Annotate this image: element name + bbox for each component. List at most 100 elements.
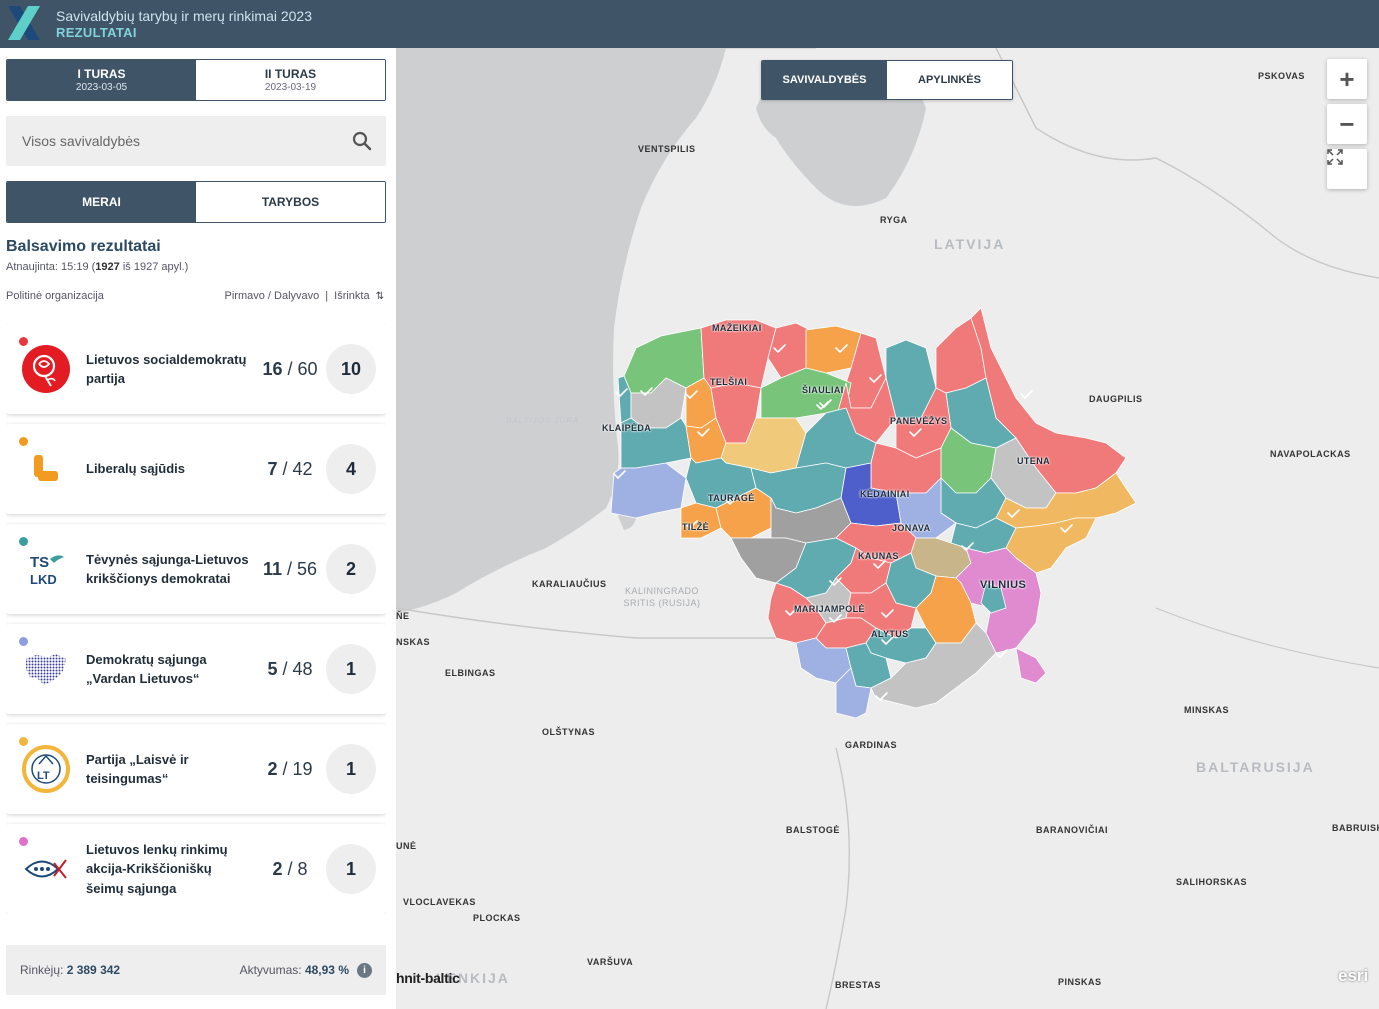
fish-logo-icon <box>20 844 72 894</box>
city-label: TAURAGĖ <box>708 493 755 503</box>
party-leading-participating: 2/19 <box>250 724 330 814</box>
voters-value: 2 389 342 <box>66 963 121 977</box>
updated-suffix: iš 1927 apyl.) <box>119 261 189 273</box>
leading-count: 7 <box>267 458 278 479</box>
elected-count: 1 <box>326 644 376 694</box>
col-leading[interactable]: Pirmavo / Dalyvavo <box>225 290 320 302</box>
leading-count: 2 <box>272 858 283 879</box>
city-label: ALYTUS <box>871 629 909 639</box>
city-label: KLAIPĖDA <box>602 423 652 433</box>
summary-footer: Rinkėjų: 2 389 342 Aktyvumas: 48,93 % i <box>6 945 386 995</box>
leading-count: 16 <box>262 358 283 379</box>
city-label: ŇE <box>396 611 410 621</box>
search-icon[interactable] <box>352 131 372 151</box>
leading-count: 11 <box>262 558 282 579</box>
city-label: TILŽĖ <box>682 522 709 532</box>
search-input[interactable] <box>22 133 342 149</box>
leading-count: 2 <box>267 758 278 779</box>
tab-councils[interactable]: TARYBOS <box>196 182 385 222</box>
municipality-search <box>6 116 386 166</box>
city-label: VARŠUVA <box>587 957 634 967</box>
zoom-out-button[interactable]: − <box>1327 104 1367 144</box>
results-map[interactable]: SAVIVALDYBĖS APYLINKĖS + − LATVIJA BALTA… <box>396 48 1379 1009</box>
results-title: Balsavimo rezultatai <box>6 238 161 255</box>
app-header: Savivaldybių tarybų ir merų rinkimai 202… <box>0 0 1379 48</box>
city-label: BRESTAS <box>835 980 881 990</box>
city-label: VILNIUS <box>980 579 1027 591</box>
fullscreen-button[interactable] <box>1327 149 1367 189</box>
city-label: TELŠIAI <box>710 377 748 387</box>
info-icon[interactable]: i <box>357 962 372 978</box>
svg-text:TS: TS <box>30 554 49 571</box>
tab-round-2[interactable]: II TURAS 2023-03-19 <box>196 60 385 100</box>
city-label: KARALIAUČIUS <box>532 579 607 589</box>
party-name: Tėvynės sąjunga-Lietuvos krikščionys dem… <box>86 551 249 587</box>
city-label: KAUNAS <box>858 551 899 561</box>
party-name: Lietuvos socialdemokratų partija <box>86 351 247 387</box>
party-card[interactable]: LT Partija „Laisvė ir teisingumas“ 2/19 … <box>6 724 386 814</box>
voters-summary: Rinkėjų: 2 389 342 <box>20 963 120 977</box>
city-label: MINSKAS <box>1184 705 1230 715</box>
map-level-selector: SAVIVALDYBĖS APYLINKĖS <box>761 60 1013 100</box>
city-label: VLOCLAVEKAS <box>403 897 476 907</box>
party-leading-participating: 5/48 <box>250 624 330 714</box>
city-label: PINSKAS <box>1058 977 1102 987</box>
tab-round-1[interactable]: I TURAS 2023-03-05 <box>7 60 196 100</box>
country-label: LATVIJA <box>934 236 1006 252</box>
tab-label: MERAI <box>82 195 121 209</box>
city-label: OLŠTYNAS <box>542 727 596 737</box>
participating-count: 8 <box>297 858 308 879</box>
updated-prefix: Atnaujinta: 15:19 ( <box>6 261 96 273</box>
participating-count: 19 <box>292 758 313 779</box>
party-card[interactable]: Lietuvos socialdemokratų partija 16/60 1… <box>6 324 386 414</box>
sort-icon[interactable]: ⇅ <box>376 291 384 302</box>
turnout-summary: Aktyvumas: 48,93 % <box>240 963 349 977</box>
party-leading-participating: 11/56 <box>250 524 330 614</box>
party-card[interactable]: Liberalų sąjūdis 7/42 4 <box>6 424 386 514</box>
stat-separator: / <box>282 758 288 779</box>
map-canvas[interactable] <box>396 48 1379 1009</box>
app-title: Savivaldybių tarybų ir merų rinkimai 202… <box>56 7 312 24</box>
party-leading-participating: 2/8 <box>250 824 330 914</box>
party-card[interactable]: Lietuvos lenkų rinkimų akcija-Krikščioni… <box>6 824 386 914</box>
party-card[interactable]: Demokratų sąjunga „Vardan Lietuvos“ 5/48… <box>6 624 386 714</box>
city-label: PLOCKAS <box>473 913 521 923</box>
svg-text:LKD: LKD <box>30 572 57 587</box>
party-name: Partija „Laisvė ir teisingumas“ <box>86 751 189 787</box>
participating-count: 56 <box>297 558 318 579</box>
round-selector: I TURAS 2023-03-05 II TURAS 2023-03-19 <box>6 59 386 101</box>
country-label: BALTARUSIJA <box>1196 759 1315 775</box>
stat-separator: / <box>286 558 292 579</box>
lithuania-map-logo-icon <box>20 644 72 694</box>
city-label: MARIJAMPOLĖ <box>794 604 865 614</box>
party-leading-participating: 16/60 <box>250 324 330 414</box>
participating-count: 42 <box>292 458 313 479</box>
tab-mayors[interactable]: MERAI <box>7 182 196 222</box>
stat-separator: / <box>282 458 288 479</box>
elected-count: 4 <box>326 444 376 494</box>
city-label: VENTSPILIS <box>638 144 696 154</box>
round-label: I TURAS <box>77 67 126 81</box>
round-date: 2023-03-19 <box>264 82 317 93</box>
zoom-in-button[interactable]: + <box>1327 59 1367 99</box>
party-card[interactable]: TS LKD Tėvynės sąjunga-Lietuvos krikščion… <box>6 524 386 614</box>
city-label: UNĖ <box>396 841 417 851</box>
fullscreen-icon <box>1327 149 1343 165</box>
updated-count: 1927 <box>95 261 120 273</box>
region-label: KALININGRADO SRITIS (RUSIJA) <box>623 586 701 608</box>
elected-count: 1 <box>326 744 376 794</box>
col-elected[interactable]: Išrinkta <box>334 290 369 302</box>
col-separator: | <box>325 290 329 302</box>
x-logo-icon[interactable] <box>0 0 48 48</box>
tab-municipalities[interactable]: SAVIVALDYBĖS <box>762 61 887 99</box>
map-attribution: hnit-baltic <box>396 970 460 986</box>
city-label: BALSTOGĖ <box>786 825 840 835</box>
tslkd-logo-icon: TS LKD <box>20 544 72 594</box>
party-list: Lietuvos socialdemokratų partija 16/60 1… <box>6 324 386 914</box>
liberal-logo-icon <box>20 444 72 494</box>
tab-polling-districts[interactable]: APYLINKĖS <box>887 61 1012 99</box>
round-date: 2023-03-05 <box>75 82 128 93</box>
city-label: SALIHORSKAS <box>1176 877 1248 887</box>
col-organization: Politinė organizacija <box>6 290 104 302</box>
sidebar: I TURAS 2023-03-05 II TURAS 2023-03-19 M… <box>0 48 396 1009</box>
